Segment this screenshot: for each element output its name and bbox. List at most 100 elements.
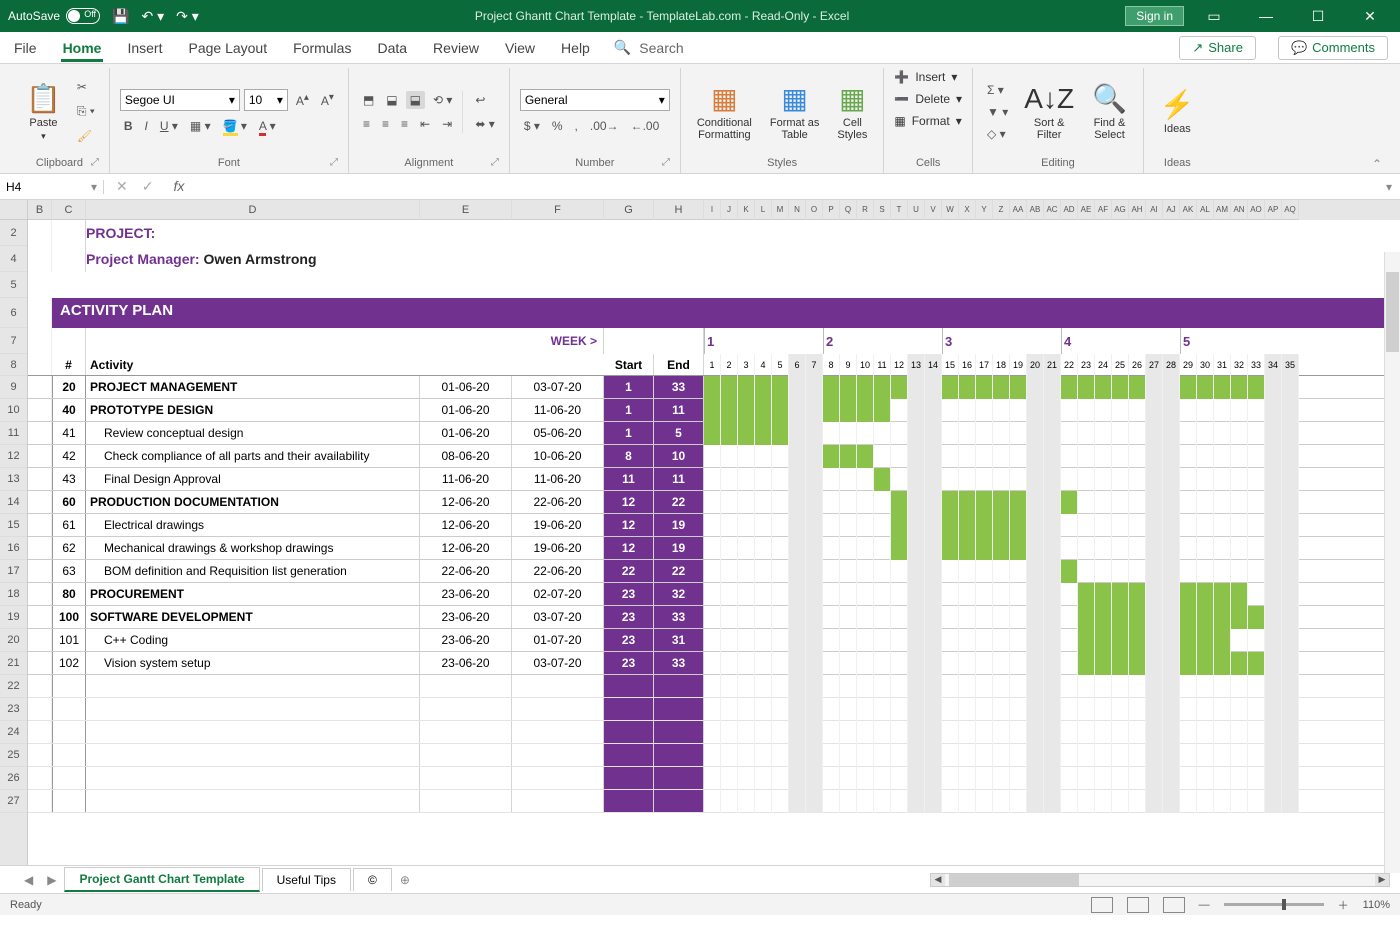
gantt-cell[interactable] — [1129, 560, 1146, 583]
task-end-day[interactable]: 32 — [654, 583, 704, 605]
decrease-indent-icon[interactable]: ⇤ — [416, 115, 434, 133]
gantt-cell[interactable] — [789, 744, 806, 767]
gantt-cell[interactable] — [857, 537, 874, 560]
task-activity[interactable]: BOM definition and Requisition list gene… — [86, 560, 420, 582]
gantt-cell[interactable] — [1163, 767, 1180, 790]
gantt-cell[interactable] — [874, 376, 891, 399]
gantt-cell[interactable] — [925, 629, 942, 652]
task-date-end[interactable]: 03-07-20 — [512, 606, 604, 628]
gantt-cell[interactable] — [1248, 583, 1265, 606]
gantt-cell[interactable] — [1146, 468, 1163, 491]
gantt-cell[interactable] — [1197, 744, 1214, 767]
task-start-day[interactable]: 12 — [604, 491, 654, 513]
gantt-cell[interactable] — [1231, 790, 1248, 813]
task-number[interactable]: 40 — [52, 399, 86, 421]
gantt-cell[interactable] — [1044, 445, 1061, 468]
gantt-cell[interactable] — [755, 537, 772, 560]
task-date-end[interactable]: 11-06-20 — [512, 468, 604, 490]
gantt-cell[interactable] — [857, 698, 874, 721]
gantt-cell[interactable] — [704, 721, 721, 744]
gantt-cell[interactable] — [721, 583, 738, 606]
gantt-cell[interactable] — [1095, 675, 1112, 698]
gantt-cell[interactable] — [891, 698, 908, 721]
gantt-cell[interactable] — [1078, 399, 1095, 422]
gantt-cell[interactable] — [1129, 652, 1146, 675]
gantt-cell[interactable] — [806, 767, 823, 790]
gantt-cell[interactable] — [1197, 652, 1214, 675]
task-activity[interactable]: Vision system setup — [86, 652, 420, 674]
gantt-cell[interactable] — [704, 606, 721, 629]
gantt-cell[interactable] — [1163, 790, 1180, 813]
gantt-cell[interactable] — [1095, 468, 1112, 491]
gantt-cell[interactable] — [772, 491, 789, 514]
gantt-cell[interactable] — [1197, 767, 1214, 790]
gantt-cell[interactable] — [1112, 445, 1129, 468]
col-header[interactable]: AL — [1197, 200, 1214, 220]
gantt-cell[interactable] — [874, 606, 891, 629]
gantt-cell[interactable] — [1163, 652, 1180, 675]
clear-icon[interactable]: ◇ ▾ — [983, 125, 1012, 143]
gantt-cell[interactable] — [1129, 744, 1146, 767]
task-start-day[interactable]: 23 — [604, 652, 654, 674]
gantt-cell[interactable] — [1061, 445, 1078, 468]
gantt-cell[interactable] — [755, 514, 772, 537]
paste-button[interactable]: 📋 Paste ▾ — [20, 78, 67, 146]
gantt-cell[interactable] — [1061, 721, 1078, 744]
gantt-cell[interactable] — [1146, 583, 1163, 606]
gantt-cell[interactable] — [925, 698, 942, 721]
gantt-cell[interactable] — [1265, 767, 1282, 790]
gantt-cell[interactable] — [1146, 399, 1163, 422]
gantt-cell[interactable] — [1231, 422, 1248, 445]
gantt-cell[interactable] — [908, 698, 925, 721]
signin-button[interactable]: Sign in — [1125, 6, 1184, 26]
gantt-cell[interactable] — [823, 583, 840, 606]
gantt-cell[interactable] — [1146, 721, 1163, 744]
gantt-cell[interactable] — [908, 376, 925, 399]
gantt-cell[interactable] — [959, 721, 976, 744]
gantt-cell[interactable] — [1061, 629, 1078, 652]
gantt-cell[interactable] — [738, 721, 755, 744]
gantt-cell[interactable] — [721, 675, 738, 698]
gantt-cell[interactable] — [772, 468, 789, 491]
underline-button[interactable]: U ▾ — [156, 117, 182, 135]
font-name-select[interactable]: Segoe UI▾ — [120, 89, 240, 111]
gantt-cell[interactable] — [1248, 790, 1265, 813]
cell-styles-button[interactable]: ▦Cell Styles — [831, 78, 873, 145]
gantt-cell[interactable] — [823, 790, 840, 813]
gantt-cell[interactable] — [976, 376, 993, 399]
task-date-start[interactable]: 01-06-20 — [420, 376, 512, 398]
gantt-cell[interactable] — [976, 491, 993, 514]
gantt-cell[interactable] — [993, 721, 1010, 744]
gantt-cell[interactable] — [857, 629, 874, 652]
row-header[interactable]: 12 — [0, 445, 27, 468]
gantt-cell[interactable] — [1231, 537, 1248, 560]
normal-view-icon[interactable] — [1091, 897, 1113, 913]
col-header[interactable]: AK — [1180, 200, 1197, 220]
page-break-view-icon[interactable] — [1163, 897, 1185, 913]
gantt-cell[interactable] — [1282, 560, 1299, 583]
gantt-cell[interactable] — [976, 445, 993, 468]
task-activity[interactable]: PROCUREMENT — [86, 583, 420, 605]
gantt-cell[interactable] — [857, 767, 874, 790]
gantt-cell[interactable] — [993, 514, 1010, 537]
gantt-cell[interactable] — [1180, 790, 1197, 813]
gantt-cell[interactable] — [721, 468, 738, 491]
gantt-cell[interactable] — [874, 537, 891, 560]
gantt-cell[interactable] — [1248, 606, 1265, 629]
cut-icon[interactable]: ✂ — [73, 78, 99, 96]
gantt-cell[interactable] — [1265, 491, 1282, 514]
gantt-cell[interactable] — [789, 790, 806, 813]
gantt-cell[interactable] — [1044, 606, 1061, 629]
gantt-cell[interactable] — [1112, 790, 1129, 813]
gantt-cell[interactable] — [1129, 422, 1146, 445]
gantt-cell[interactable] — [857, 652, 874, 675]
align-top-icon[interactable]: ⬒ — [359, 91, 378, 109]
gantt-cell[interactable] — [959, 422, 976, 445]
row-header[interactable]: 16 — [0, 537, 27, 560]
gantt-cell[interactable] — [942, 491, 959, 514]
gantt-cell[interactable] — [1231, 606, 1248, 629]
gantt-cell[interactable] — [1282, 767, 1299, 790]
task-date-start[interactable]: 23-06-20 — [420, 583, 512, 605]
gantt-cell[interactable] — [755, 652, 772, 675]
gantt-cell[interactable] — [789, 698, 806, 721]
